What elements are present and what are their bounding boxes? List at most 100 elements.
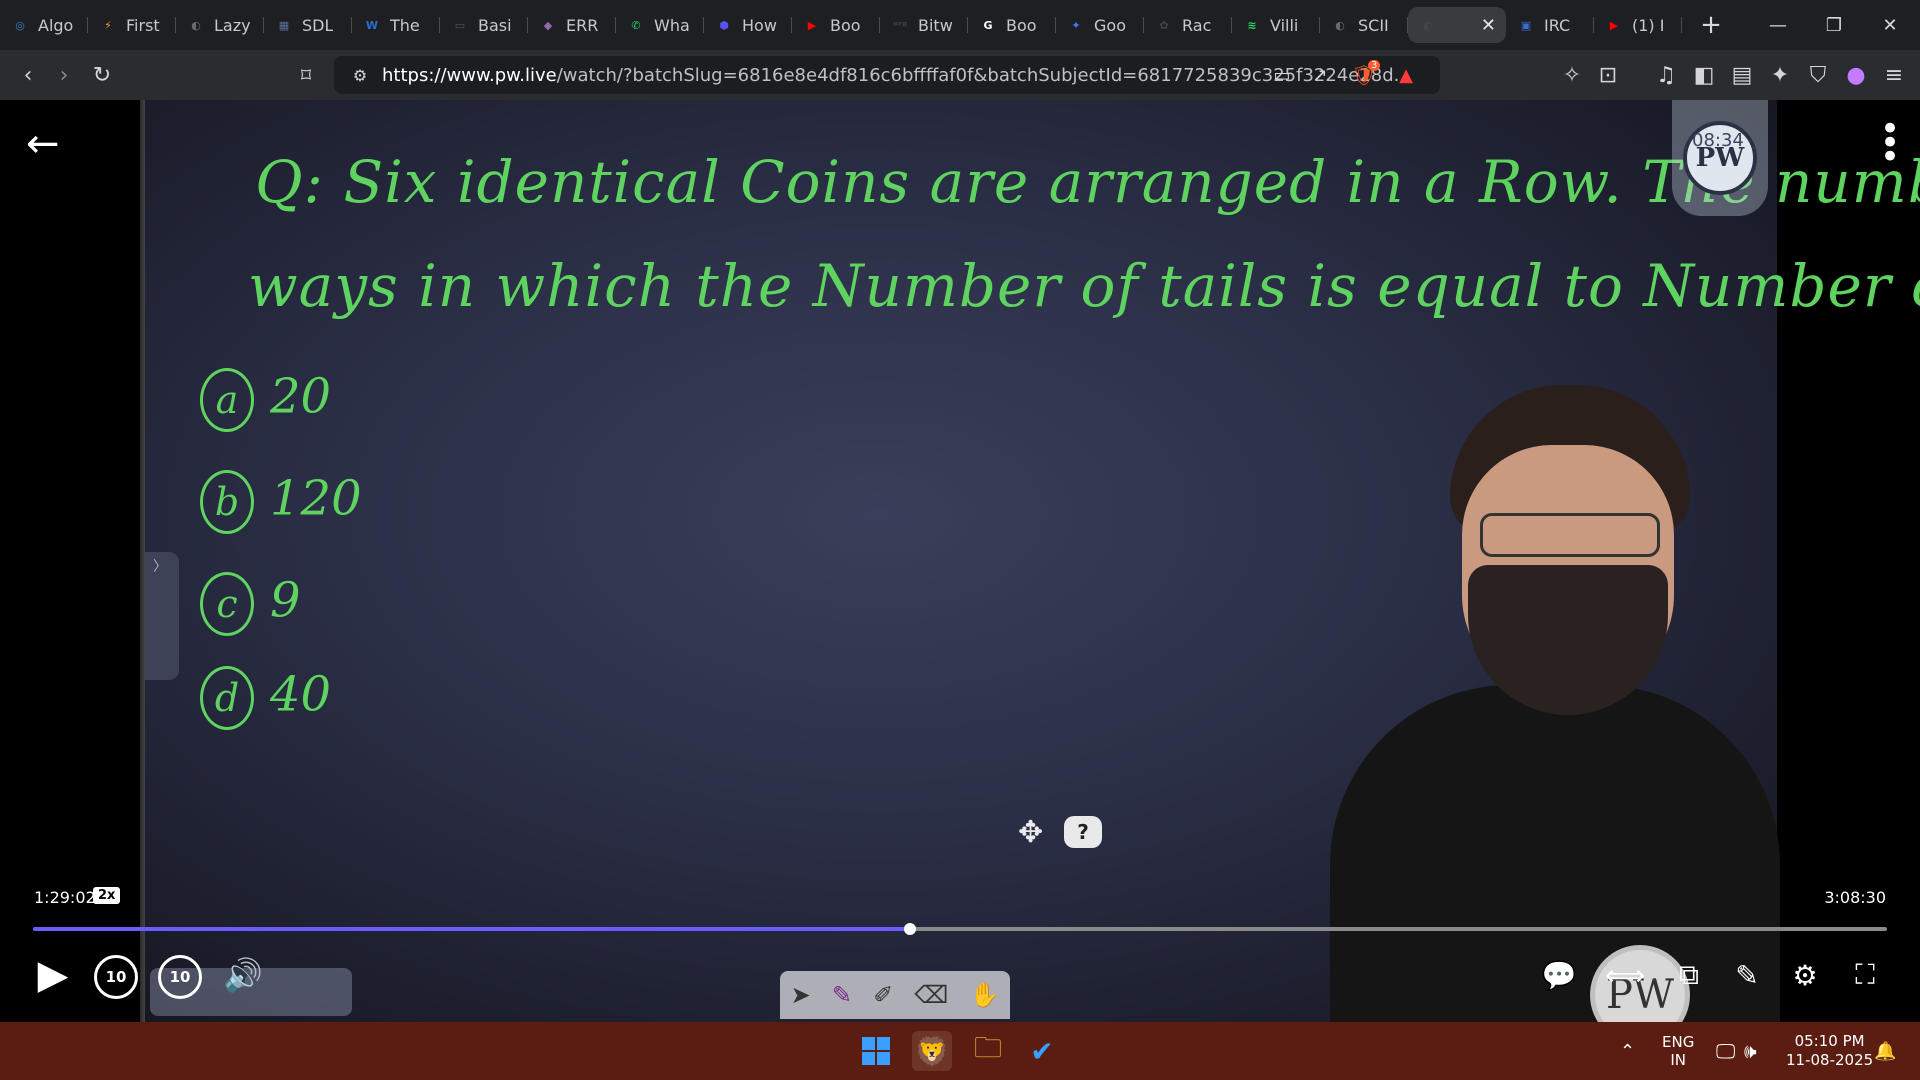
browser-tab[interactable]: ⬢ How: [704, 7, 792, 43]
browser-tab[interactable]: ▦ SDL: [264, 7, 352, 43]
more-options-icon[interactable]: • • •: [1880, 112, 1900, 174]
eraser-tool-icon[interactable]: ⌫: [914, 981, 948, 1009]
tab-favicon-icon: ✦: [1071, 18, 1081, 32]
browser-tab[interactable]: ◐ ✕: [1408, 7, 1506, 43]
instructor-glasses: [1480, 513, 1660, 557]
tab-favicon-icon: ▦: [278, 18, 290, 32]
tab-title: The: [390, 15, 420, 35]
menu-icon[interactable]: ≡: [1876, 57, 1912, 93]
progress-bar[interactable]: [33, 923, 1887, 935]
tab-favicon-icon: ⬢: [719, 18, 729, 32]
new-tab-button[interactable]: +: [1696, 10, 1726, 40]
tab-title: Bitw: [918, 15, 953, 35]
option-d-label: d: [200, 666, 254, 730]
tray-overflow-chevron-icon[interactable]: ⌃: [1620, 1022, 1635, 1080]
browser-tab[interactable]: ◐ Lazy: [176, 7, 264, 43]
browser-tab[interactable]: ▣ IRC: [1506, 7, 1594, 43]
vpn-icon[interactable]: ⛉: [1800, 57, 1836, 93]
pointer-tool-icon[interactable]: ➤: [791, 981, 811, 1009]
tab-title: First: [126, 15, 160, 35]
extensions-icon[interactable]: ✧: [1554, 57, 1590, 93]
browser-tab[interactable]: ◎ Algo: [0, 7, 88, 43]
profile-avatar-icon[interactable]: ●: [1838, 57, 1874, 93]
reload-icon[interactable]: ↻: [84, 57, 120, 93]
tab-favicon-icon: G: [983, 18, 993, 32]
browser-tab-strip: ◎ Algo ⚡ First ◐ Lazy ▦ SDL W The ▭ Basi ◆ ERR ✆ Wha ⬢ Ho…: [0, 0, 1920, 50]
tab-close-icon[interactable]: ✕: [1481, 15, 1496, 36]
url-host: https://www.pw.live: [382, 65, 557, 86]
browser-tab[interactable]: W The: [352, 7, 440, 43]
back-icon[interactable]: ‹: [10, 57, 46, 93]
tab-title: IRC: [1544, 15, 1571, 35]
browser-tab[interactable]: ᵒʳᵍ Bitw: [880, 7, 968, 43]
move-icon[interactable]: ✥: [1018, 815, 1043, 850]
browser-tab[interactable]: ≋ Villi: [1232, 7, 1320, 43]
notification-bell-icon[interactable]: 🔔: [1874, 1022, 1896, 1080]
tab-favicon-icon: ◐: [1423, 18, 1433, 32]
share-icon[interactable]: ↗: [1302, 57, 1338, 93]
fullscreen-icon[interactable]: ⛶: [1840, 950, 1890, 1000]
minimize-button[interactable]: —: [1750, 0, 1806, 50]
network-icon[interactable]: 🖵: [1716, 1022, 1735, 1080]
media-icon[interactable]: ♫: [1648, 57, 1684, 93]
browser-tab[interactable]: ◆ ERR: [528, 7, 616, 43]
address-bar[interactable]: ⚙ https://www.pw.live/watch/?batchSlug=6…: [334, 56, 1440, 94]
comments-icon[interactable]: 💬: [1534, 950, 1584, 1000]
marker-tool-icon[interactable]: ✎: [832, 981, 852, 1009]
close-window-button[interactable]: ✕: [1862, 0, 1918, 50]
wallet-icon[interactable]: ▤: [1724, 57, 1760, 93]
browser-tab[interactable]: ▭ Basi: [440, 7, 528, 43]
browser-tab[interactable]: ⚡ First: [88, 7, 176, 43]
browser-tab[interactable]: G Boo: [968, 7, 1056, 43]
progress-thumb[interactable]: [903, 923, 916, 935]
help-button[interactable]: ?: [1064, 816, 1102, 848]
settings-gear-icon[interactable]: ⚙: [1780, 950, 1830, 1000]
browser-tab[interactable]: ◐ SCII: [1320, 7, 1408, 43]
start-windows-icon[interactable]: [856, 1031, 896, 1071]
cast-icon[interactable]: ▭: [1264, 57, 1300, 93]
rewind-10-button[interactable]: 10: [94, 955, 138, 999]
tab-title: Villi: [1270, 15, 1299, 35]
brave-taskbar-icon[interactable]: 🦁: [912, 1031, 952, 1071]
url-text[interactable]: https://www.pw.live/watch/?batchSlug=681…: [382, 65, 1411, 86]
tab-title: (1) I: [1632, 15, 1665, 35]
todo-app-icon[interactable]: ✔: [1022, 1031, 1062, 1071]
forward-10-button[interactable]: 10: [158, 955, 202, 999]
site-settings-icon[interactable]: ⚙: [342, 57, 378, 93]
translate-icon[interactable]: ⟺: [1600, 950, 1650, 1000]
notes-icon[interactable]: ✎: [1722, 950, 1772, 1000]
tab-title: Lazy: [214, 15, 251, 35]
hand-tool-icon[interactable]: ✋: [969, 981, 999, 1009]
volume-icon[interactable]: 🔊: [218, 950, 268, 1000]
maximize-button[interactable]: ❐: [1806, 0, 1862, 50]
forward-icon[interactable]: ›: [46, 57, 82, 93]
reader-icon[interactable]: ⊡: [1590, 57, 1626, 93]
side-panel-handle[interactable]: 〉: [145, 552, 179, 680]
sidebar-icon[interactable]: ◧: [1686, 57, 1722, 93]
tab-title: Wha: [654, 15, 690, 35]
tab-favicon-icon: ✆: [631, 18, 641, 32]
tab-title: SDL: [302, 15, 334, 35]
bookmark-icon[interactable]: ⌑: [288, 57, 324, 93]
language-indicator[interactable]: ENG IN: [1662, 1022, 1694, 1080]
browser-tab[interactable]: ▶ Boo: [792, 7, 880, 43]
tab-favicon-icon: ᵒʳᵍ: [892, 18, 908, 32]
leo-ai-icon[interactable]: ✦: [1762, 57, 1798, 93]
picture-in-picture-icon[interactable]: ⧉: [1664, 950, 1714, 1000]
browser-tab[interactable]: ▶ (1) I: [1594, 7, 1682, 43]
clock-date: 11-08-2025: [1786, 1051, 1874, 1069]
playback-speed-badge[interactable]: 2x: [93, 887, 121, 904]
pw-watermark-logo: PW 08:34: [1672, 100, 1768, 216]
browser-tab[interactable]: ✦ Goo: [1056, 7, 1144, 43]
option-a-value: 20: [270, 368, 332, 425]
play-button[interactable]: ▶: [28, 950, 78, 1000]
file-explorer-icon[interactable]: 🗀: [968, 1031, 1008, 1071]
back-arrow-icon[interactable]: ←: [26, 124, 60, 164]
pen-tool-icon[interactable]: ✐: [873, 981, 893, 1009]
browser-tab[interactable]: ✿ Rac: [1144, 7, 1232, 43]
video-player[interactable]: Q: Six identical Coins are arranged in a…: [0, 100, 1920, 1022]
speaker-icon[interactable]: 🕪: [1744, 1022, 1757, 1080]
brave-rewards-icon[interactable]: ▲: [1388, 57, 1424, 93]
system-clock[interactable]: 05:10 PM 11-08-2025: [1786, 1022, 1873, 1080]
browser-tab[interactable]: ✆ Wha: [616, 7, 704, 43]
